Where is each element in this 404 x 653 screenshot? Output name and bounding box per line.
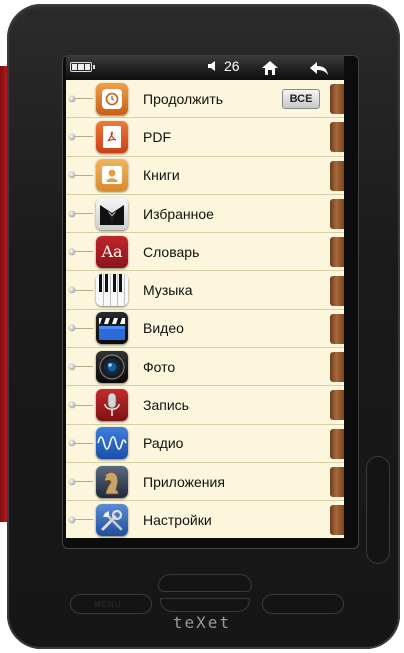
page-tabs <box>330 80 344 538</box>
back-hw-button[interactable] <box>262 594 344 614</box>
bullet-connector <box>75 98 93 100</box>
page-tab[interactable] <box>330 428 344 459</box>
bullet-connector <box>75 136 93 138</box>
bullet-connector <box>75 174 93 176</box>
menu-item-label: Видео <box>143 320 184 337</box>
books-icon <box>96 159 128 192</box>
all-button[interactable]: ВСЕ <box>282 89 320 109</box>
menu-item-pdf[interactable]: PDF <box>66 118 344 157</box>
menu-item-photo[interactable]: Фото <box>66 348 344 387</box>
menu-item-label: Радио <box>143 435 184 452</box>
page-tab[interactable] <box>330 198 344 229</box>
menu-item-favorites[interactable]: Избранное <box>66 195 344 234</box>
menu-button[interactable]: MENU <box>70 594 152 614</box>
volume-level: 26 <box>224 58 240 74</box>
device-screen: 26 ВСЕ Продолжить PDF Книги Избранное Aa Слов… <box>66 55 344 538</box>
bullet-connector <box>75 251 93 253</box>
page-tab[interactable] <box>330 505 344 536</box>
back-icon[interactable] <box>309 59 329 77</box>
page-tab[interactable] <box>330 275 344 306</box>
bullet-connector <box>75 213 93 215</box>
photo-icon <box>96 350 128 383</box>
bullet-connector <box>75 404 93 406</box>
bullet-connector <box>75 327 93 329</box>
apps-icon <box>96 465 128 498</box>
down-button[interactable] <box>160 598 250 612</box>
page-tab[interactable] <box>330 352 344 383</box>
menu-item-label: Приложения <box>143 473 225 490</box>
menu-item-recording[interactable]: Запись <box>66 386 344 425</box>
menu-item-label: Словарь <box>143 243 200 260</box>
menu-item-label: Продолжить <box>143 90 224 107</box>
menu-button-label: MENU <box>94 600 122 609</box>
menu-item-settings[interactable]: Настройки <box>66 501 344 538</box>
speaker-icon <box>208 61 215 71</box>
menu-item-radio[interactable]: Радио <box>66 425 344 463</box>
menu-item-apps[interactable]: Приложения <box>66 463 344 502</box>
menu-item-label: PDF <box>143 128 171 145</box>
bullet-connector <box>75 481 93 483</box>
favorites-icon <box>96 197 128 230</box>
page-tab[interactable] <box>330 160 344 191</box>
menu-item-books[interactable]: Книги <box>66 157 344 195</box>
volume-indicator[interactable]: 26 <box>206 58 240 74</box>
home-icon[interactable] <box>261 59 279 77</box>
battery-icon <box>70 62 95 72</box>
menu-item-label: Книги <box>143 167 180 184</box>
status-bar: 26 <box>66 55 344 80</box>
menu-item-label: Запись <box>143 397 189 414</box>
page-tab[interactable] <box>330 122 344 153</box>
page-tab[interactable] <box>330 390 344 421</box>
pdf-icon <box>96 120 128 153</box>
menu-item-dictionary[interactable]: Aa Словарь <box>66 233 344 272</box>
radio-icon <box>96 427 128 460</box>
center-button[interactable] <box>158 574 252 592</box>
music-icon <box>96 274 128 307</box>
menu-item-label: Избранное <box>143 205 214 222</box>
side-rocker-button[interactable] <box>366 456 390 564</box>
brand-logo: teXet <box>172 613 232 632</box>
bullet-connector <box>75 519 93 521</box>
recording-icon <box>96 389 128 422</box>
bullet-connector <box>75 442 93 444</box>
page-tab[interactable] <box>330 84 344 114</box>
main-menu-list: Продолжить PDF Книги Избранное Aa Словарь Музы… <box>66 80 344 538</box>
menu-item-video[interactable]: Видео <box>66 310 344 349</box>
bullet-connector <box>75 366 93 368</box>
dictionary-icon: Aa <box>96 235 128 268</box>
continue-icon <box>96 82 128 115</box>
menu-item-label: Настройки <box>143 511 212 528</box>
page-tab[interactable] <box>330 237 344 268</box>
page-tab[interactable] <box>330 313 344 344</box>
settings-icon <box>96 503 128 536</box>
menu-item-label: Фото <box>143 358 176 375</box>
video-icon <box>96 312 128 345</box>
page-tab[interactable] <box>330 467 344 497</box>
menu-item-label: Музыка <box>143 282 193 299</box>
menu-item-music[interactable]: Музыка <box>66 271 344 310</box>
bullet-connector <box>75 289 93 291</box>
